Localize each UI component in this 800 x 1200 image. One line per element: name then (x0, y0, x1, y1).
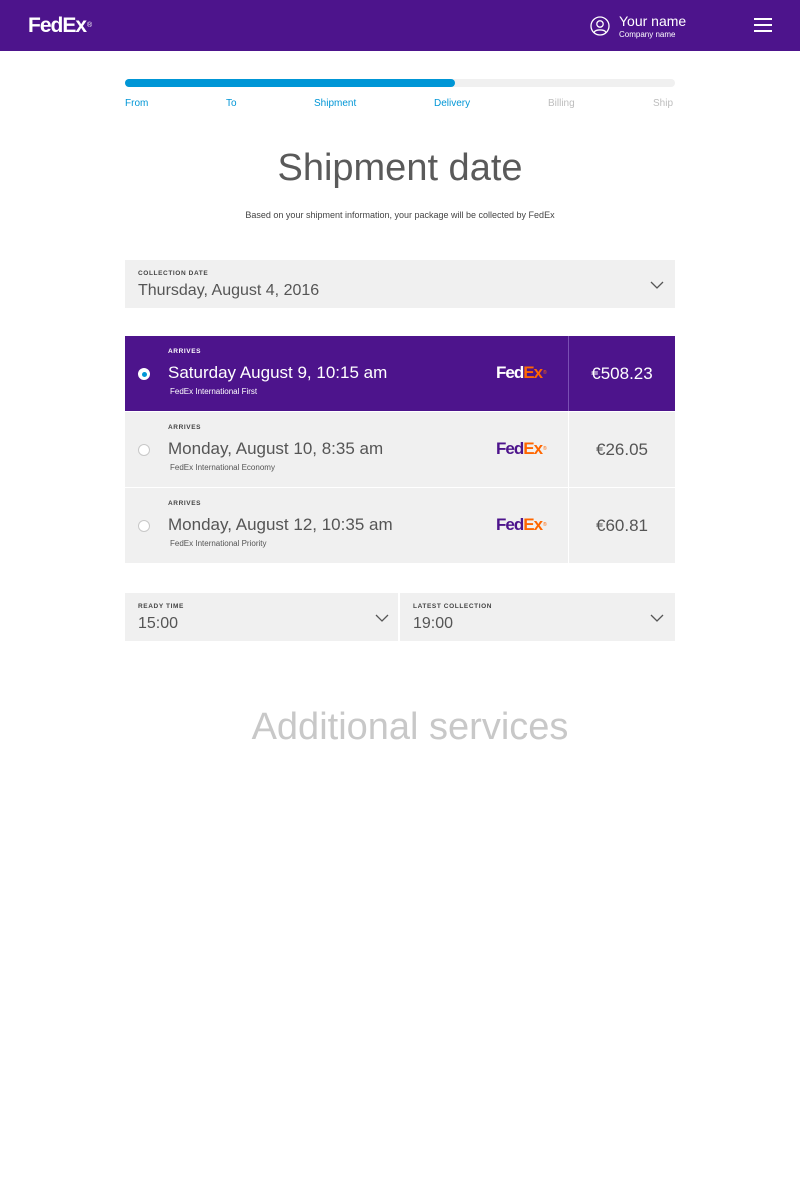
logo-registered-mark: ® (543, 370, 547, 376)
arrives-label: ARRIVES (168, 348, 202, 355)
chevron-down-icon (375, 614, 389, 622)
hamburger-menu-icon[interactable] (754, 18, 772, 32)
ready-time-label: READY TIME (138, 603, 184, 610)
arrival-date: Monday, August 10, 8:35 am (168, 439, 384, 458)
service-name: FedEx International Economy (170, 463, 275, 472)
step-to[interactable]: To (226, 98, 237, 109)
logo-fed-text: Fed (28, 14, 63, 37)
collection-date-label: COLLECTION DATE (138, 270, 209, 277)
logo-fed-text: Fed (496, 515, 524, 534)
company-name: Company name (619, 30, 676, 39)
collection-date-dropdown[interactable]: COLLECTION DATE Thursday, August 4, 2016 (125, 260, 675, 308)
arrives-label: ARRIVES (168, 500, 202, 507)
step-shipment[interactable]: Shipment (314, 98, 356, 109)
ready-time-value: 15:00 (138, 615, 179, 632)
logo-ex-text: Ex (62, 14, 87, 37)
additional-services-title: Additional services (251, 706, 569, 748)
radio-button[interactable] (138, 520, 150, 532)
user-icon (590, 16, 610, 36)
fedex-logo[interactable]: FedEx® (28, 15, 92, 37)
logo-ex-text: Ex (523, 439, 543, 458)
delivery-option-first[interactable]: ARRIVES Saturday August 9, 10:15 am FedE… (125, 336, 675, 411)
chevron-down-icon (650, 614, 664, 622)
logo-registered-mark: ® (87, 22, 93, 29)
fedex-logo: FedEx® (496, 440, 547, 458)
logo-fed-text: Fed (496, 363, 524, 382)
page-subtitle: Based on your shipment information, your… (245, 210, 555, 220)
latest-collection-label: LATEST COLLECTION (413, 603, 493, 610)
service-name: FedEx International Priority (170, 539, 267, 548)
fedex-logo: FedEx® (496, 516, 547, 534)
price: €26.05 (596, 440, 648, 459)
logo-ex-text: Ex (523, 515, 543, 534)
latest-collection-dropdown[interactable]: LATEST COLLECTION 19:00 (400, 593, 675, 641)
logo-ex-text: Ex (523, 363, 543, 382)
step-delivery[interactable]: Delivery (434, 98, 470, 109)
radio-button-selected[interactable] (138, 368, 150, 380)
radio-button[interactable] (138, 444, 150, 456)
delivery-option-priority[interactable]: ARRIVES Monday, August 12, 10:35 am FedE… (125, 488, 675, 563)
logo-fed-text: Fed (496, 439, 524, 458)
logo-registered-mark: ® (543, 446, 547, 452)
delivery-option-economy[interactable]: ARRIVES Monday, August 10, 8:35 am FedEx… (125, 412, 675, 487)
latest-collection-value: 19:00 (413, 615, 454, 632)
progress-bar (125, 79, 675, 87)
price: €508.23 (591, 364, 653, 383)
fedex-logo: FedEx® (496, 364, 547, 382)
price: €60.81 (596, 516, 648, 535)
logo-registered-mark: ® (543, 522, 547, 528)
arrival-date: Saturday August 9, 10:15 am (168, 363, 388, 382)
step-from[interactable]: From (125, 98, 148, 109)
top-navigation-bar: FedEx® Your name Company name (0, 0, 800, 51)
chevron-down-icon (650, 281, 664, 289)
arrival-date: Monday, August 12, 10:35 am (168, 515, 393, 534)
progress-bar-fill (125, 79, 455, 87)
step-billing: Billing (548, 98, 575, 109)
user-name: Your name (619, 13, 687, 29)
service-name: FedEx International First (170, 387, 258, 396)
arrives-label: ARRIVES (168, 424, 202, 431)
collection-date-value: Thursday, August 4, 2016 (138, 282, 320, 299)
ready-time-dropdown[interactable]: READY TIME 15:00 (125, 593, 398, 641)
step-ship: Ship (653, 98, 674, 109)
page-title: Shipment date (277, 147, 523, 189)
